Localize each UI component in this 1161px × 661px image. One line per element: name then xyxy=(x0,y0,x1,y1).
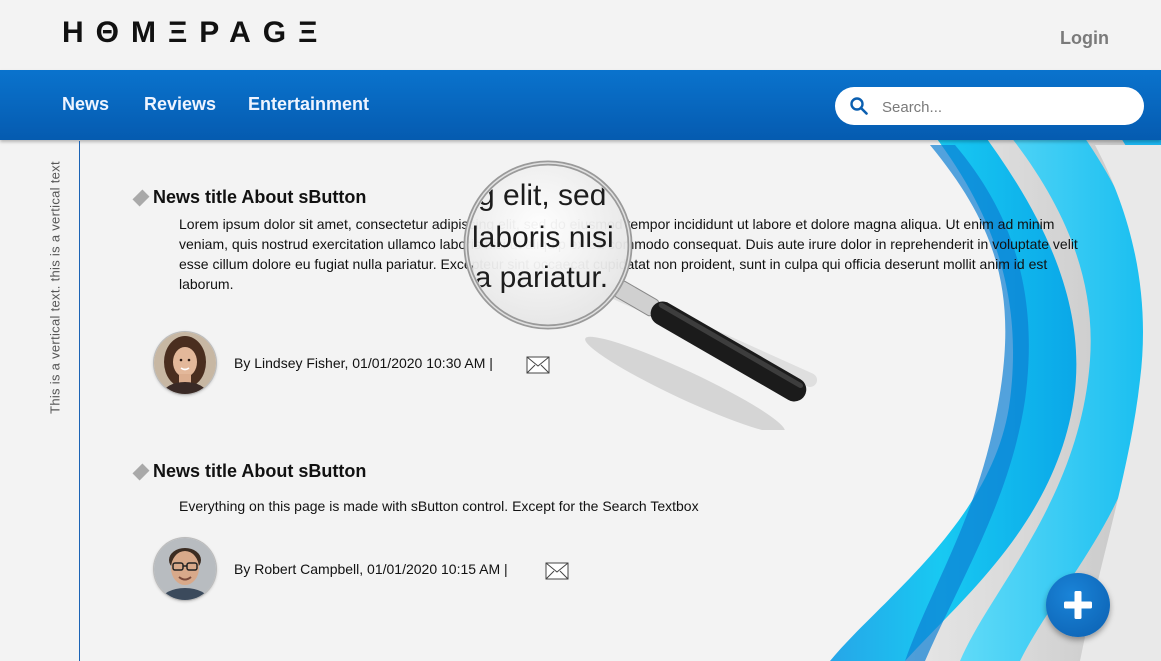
nav-item-reviews[interactable]: Reviews xyxy=(144,94,216,115)
login-link[interactable]: Login xyxy=(1060,28,1109,49)
add-button[interactable] xyxy=(1046,573,1110,637)
magnifying-glass-icon: g elit, sed laboris nisi la pariatur. xyxy=(463,160,817,430)
article-byline-text: By Robert Campbell, 01/01/2020 10:15 AM … xyxy=(234,561,508,577)
top-header: HΘMΞPAGΞ Login xyxy=(0,0,1161,70)
nav-item-entertainment[interactable]: Entertainment xyxy=(248,94,369,115)
vertical-text: This is a vertical text. this is a verti… xyxy=(47,161,63,414)
mail-icon[interactable] xyxy=(545,562,569,580)
magnifier-line-2: laboris nisi xyxy=(472,221,614,254)
article-body: Everything on this page is made with sBu… xyxy=(179,498,699,514)
main-navbar: News Reviews Entertainment xyxy=(0,70,1161,140)
article-title[interactable]: News title About sButton xyxy=(153,461,366,482)
nav-item-news[interactable]: News xyxy=(62,94,109,115)
site-logo[interactable]: HΘMΞPAGΞ xyxy=(62,16,329,50)
search-box[interactable] xyxy=(835,87,1144,125)
author-avatar[interactable] xyxy=(154,332,216,394)
article-title[interactable]: News title About sButton xyxy=(153,187,366,208)
sidebar-divider xyxy=(79,141,80,661)
magnifier-line-3: la pariatur. xyxy=(468,261,608,294)
author-avatar[interactable] xyxy=(154,538,216,600)
search-input[interactable] xyxy=(880,95,1134,119)
plus-icon xyxy=(1064,591,1092,619)
search-icon[interactable] xyxy=(850,97,868,115)
